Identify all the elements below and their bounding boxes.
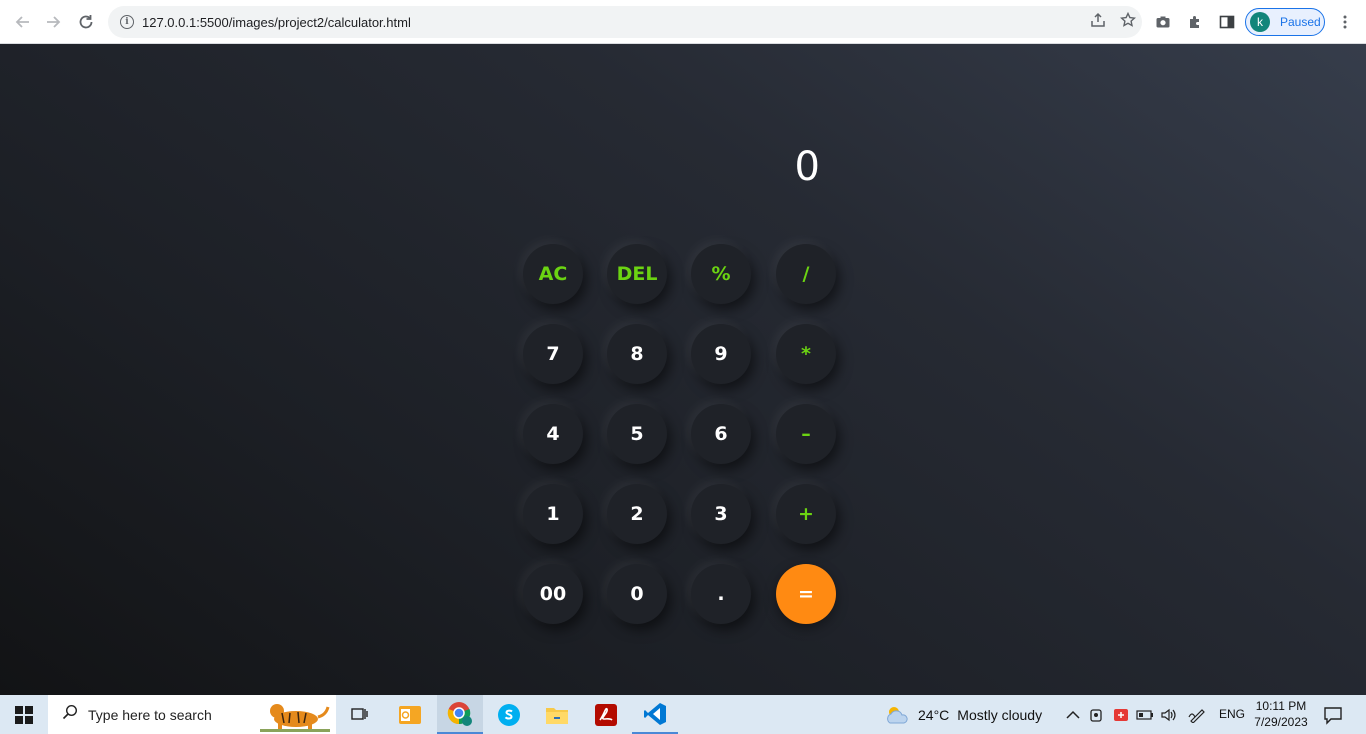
key-5[interactable]: 5: [607, 404, 667, 464]
key-1[interactable]: 1: [523, 484, 583, 544]
system-clock[interactable]: 10:11 PM 7/29/2023: [1249, 698, 1313, 730]
skype-app[interactable]: [486, 695, 532, 734]
key-equals[interactable]: =: [776, 564, 836, 624]
key-percent[interactable]: %: [691, 244, 751, 304]
task-view-icon: [351, 707, 368, 720]
reload-icon: [79, 15, 93, 29]
key-6[interactable]: 6: [691, 404, 751, 464]
extensions-icon[interactable]: [1183, 10, 1207, 34]
volume-icon[interactable]: [1159, 705, 1179, 725]
search-icon: [62, 704, 78, 725]
clock-time: 10:11 PM: [1255, 699, 1307, 713]
calculator: 0 AC DEL % / 7 8 9 * 4 5 6 – 1 2 3 + 00 …: [512, 134, 852, 634]
outlook-app[interactable]: [387, 695, 433, 734]
key-divide[interactable]: /: [776, 244, 836, 304]
vscode-app[interactable]: [632, 695, 678, 734]
calculator-display: 0: [794, 144, 820, 190]
site-info-icon[interactable]: i: [120, 15, 134, 29]
address-bar[interactable]: i 127.0.0.1:5500/images/project2/calcula…: [108, 6, 1142, 38]
taskbar-search[interactable]: Type here to search: [48, 695, 336, 734]
page-content: 0 AC DEL % / 7 8 9 * 4 5 6 – 1 2 3 + 00 …: [0, 44, 1366, 695]
chrome-icon: [447, 701, 472, 726]
key-3[interactable]: 3: [691, 484, 751, 544]
browser-toolbar: i 127.0.0.1:5500/images/project2/calcula…: [0, 0, 1366, 44]
forward-arrow-icon: [47, 16, 61, 28]
notification-center-icon[interactable]: [1322, 704, 1344, 726]
file-explorer-app[interactable]: [534, 695, 580, 734]
pen-workspace-icon[interactable]: [1187, 705, 1207, 725]
windows-taskbar: Type here to search 24°C Mostly cloudy E…: [0, 695, 1366, 734]
key-delete[interactable]: DEL: [607, 244, 667, 304]
partly-cloudy-icon: [887, 706, 908, 723]
key-2[interactable]: 2: [607, 484, 667, 544]
profile-status: Paused: [1280, 15, 1321, 29]
reload-button[interactable]: [72, 8, 100, 36]
camera-icon[interactable]: [1151, 10, 1175, 34]
profile-button[interactable]: k Paused: [1245, 8, 1325, 36]
outlook-icon: [399, 705, 421, 724]
key-decimal[interactable]: .: [691, 564, 751, 624]
input-language[interactable]: ENG: [1219, 707, 1245, 721]
weather-widget[interactable]: 24°C Mostly cloudy: [884, 695, 1042, 734]
avatar: k: [1250, 12, 1270, 32]
pdf-icon: [595, 703, 617, 726]
show-hidden-icons-chevron-icon[interactable]: [1063, 705, 1083, 725]
clock-date: 7/29/2023: [1254, 715, 1308, 729]
url-text[interactable]: 127.0.0.1:5500/images/project2/calculato…: [142, 15, 411, 30]
side-panel-icon[interactable]: [1215, 10, 1239, 34]
key-double-zero[interactable]: 00: [523, 564, 583, 624]
key-clear-all[interactable]: AC: [523, 244, 583, 304]
vscode-icon: [644, 702, 666, 725]
bookmark-star-icon[interactable]: [1119, 11, 1137, 32]
key-7[interactable]: 7: [523, 324, 583, 384]
weather-description: Mostly cloudy: [957, 706, 1043, 723]
folder-icon: [546, 707, 568, 724]
key-8[interactable]: 8: [607, 324, 667, 384]
key-9[interactable]: 9: [691, 324, 751, 384]
key-multiply[interactable]: *: [776, 324, 836, 384]
forward-button[interactable]: [40, 8, 68, 36]
task-view-button[interactable]: [337, 695, 383, 734]
key-subtract[interactable]: –: [776, 404, 836, 464]
search-placeholder: Type here to search: [88, 706, 212, 723]
acrobat-app[interactable]: [583, 695, 629, 734]
back-arrow-icon: [15, 16, 29, 28]
chrome-app[interactable]: [437, 695, 483, 734]
antivirus-icon[interactable]: [1111, 705, 1131, 725]
back-button[interactable]: [8, 8, 36, 36]
tiger-illustration-icon: [260, 704, 330, 732]
browser-menu-icon[interactable]: [1333, 10, 1357, 34]
share-icon[interactable]: [1090, 12, 1106, 32]
key-0[interactable]: 0: [607, 564, 667, 624]
key-4[interactable]: 4: [523, 404, 583, 464]
meet-now-icon[interactable]: [1087, 705, 1107, 725]
key-add[interactable]: +: [776, 484, 836, 544]
start-button[interactable]: [0, 695, 48, 734]
weather-temperature: 24°C: [918, 706, 950, 723]
skype-icon: [498, 703, 520, 726]
windows-logo-icon: [15, 705, 33, 724]
battery-icon[interactable]: [1135, 705, 1155, 725]
